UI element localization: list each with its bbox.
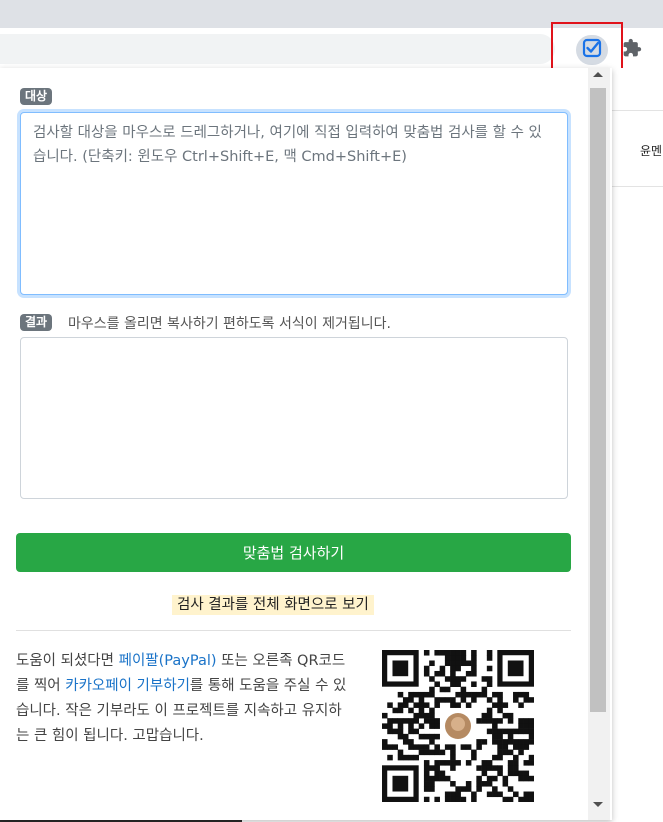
target-placeholder: 검사할 대상을 마우스로 드레그하거나, 여기에 직접 입력하여 맞춤법 검사를… bbox=[33, 125, 542, 165]
address-bar[interactable] bbox=[0, 34, 555, 64]
result-area[interactable] bbox=[20, 337, 568, 499]
donation-text: 도움이 되셨다면 페이팔(PayPal) 또는 오른족 QR코드를 찍어 카카오… bbox=[16, 649, 351, 749]
fullscreen-result-link[interactable]: 검사 결과를 전체 화면으로 보기 bbox=[172, 595, 374, 615]
spell-check-button[interactable]: 맞춤법 검사하기 bbox=[16, 533, 571, 572]
background-divider bbox=[612, 110, 663, 111]
paypal-link[interactable]: 페이팔(PayPal) bbox=[119, 653, 217, 669]
target-badge: 대상 bbox=[20, 88, 53, 105]
puzzle-icon bbox=[622, 38, 642, 62]
kakaopay-link[interactable]: 카카오페이 기부하기 bbox=[65, 678, 190, 694]
popup-scrollbar[interactable] bbox=[588, 68, 610, 820]
extension-popup: 대상 검사할 대상을 마우스로 드레그하거나, 여기에 직접 입력하여 맞춤법 … bbox=[0, 68, 612, 820]
target-textarea[interactable]: 검사할 대상을 마우스로 드레그하거나, 여기에 직접 입력하여 맞춤법 검사를… bbox=[20, 112, 568, 295]
scroll-thumb[interactable] bbox=[590, 88, 606, 712]
divider bbox=[16, 630, 571, 631]
background-page-text: 윤멘 bbox=[640, 144, 663, 158]
scroll-up-arrow[interactable] bbox=[593, 72, 603, 77]
result-hint: 마우스를 올리면 복사하기 편하도록 서식이 제거됩니다. bbox=[68, 316, 391, 332]
background-page bbox=[612, 68, 663, 822]
background-divider bbox=[612, 186, 663, 187]
donate-text-1: 도움이 되셨다면 bbox=[16, 653, 119, 669]
kakaopay-qr-code bbox=[382, 650, 535, 806]
result-badge: 결과 bbox=[20, 314, 53, 331]
spell-check-button-label: 맞춤법 검사하기 bbox=[242, 544, 345, 562]
scroll-down-arrow[interactable] bbox=[593, 802, 603, 807]
